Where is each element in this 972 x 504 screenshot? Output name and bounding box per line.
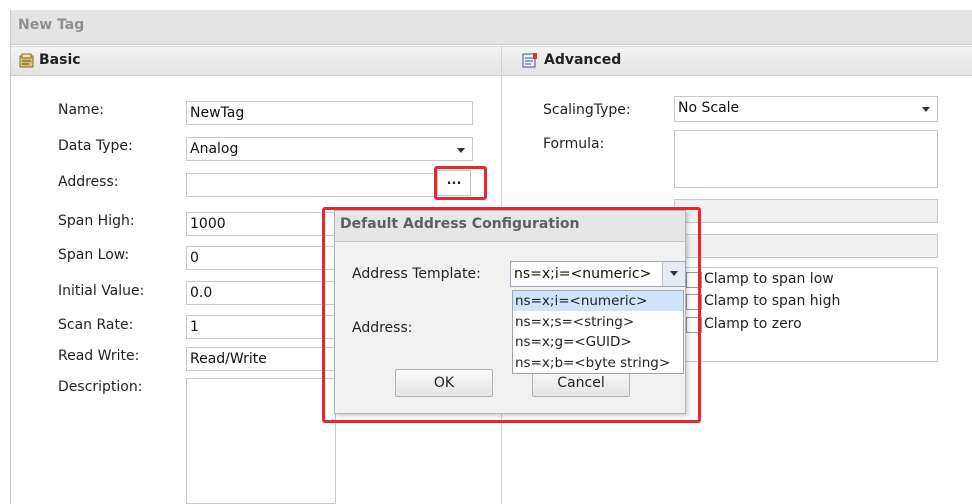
read-write-value: Read/Write [190, 351, 267, 367]
span-low-label: Span Low: [58, 247, 130, 263]
formula-textarea[interactable] [674, 130, 938, 188]
name-input[interactable]: NewTag [186, 101, 473, 125]
advanced-header-label: Advanced [544, 52, 622, 68]
basic-header-label: Basic [39, 52, 81, 68]
title-bar: New Tag [11, 10, 972, 45]
span-high-label: Span High: [58, 213, 135, 229]
scaling-type-select[interactable]: No Scale [674, 96, 938, 122]
advanced-disabled-field-2 [674, 234, 938, 258]
formula-label: Formula: [543, 136, 605, 152]
span-low-input[interactable]: 0 [186, 246, 336, 270]
data-type-label: Data Type: [58, 138, 133, 154]
chevron-down-icon [457, 148, 465, 153]
data-type-value: Analog [190, 141, 239, 157]
scan-rate-label: Scan Rate: [58, 317, 134, 333]
clamp-zero-label: Clamp to zero [704, 316, 802, 332]
data-type-select[interactable]: Analog [186, 137, 473, 161]
name-value: NewTag [190, 105, 245, 121]
read-write-select[interactable]: Read/Write [186, 347, 336, 371]
address-input[interactable] [186, 173, 436, 197]
basic-panel-header: Basic [11, 46, 501, 76]
description-textarea[interactable] [186, 378, 336, 504]
name-label: Name: [58, 102, 105, 118]
clamp-span-high-label: Clamp to span high [704, 293, 841, 309]
advanced-settings-icon [522, 53, 537, 68]
scan-rate-input[interactable]: 1 [186, 315, 336, 339]
scan-rate-value: 1 [190, 319, 199, 335]
initial-value-value: 0.0 [190, 285, 213, 301]
window-title: New Tag [18, 17, 85, 33]
dialog-highlight [322, 207, 701, 423]
read-write-label: Read Write: [58, 348, 140, 364]
scaling-type-value: No Scale [678, 100, 740, 116]
span-low-value: 0 [190, 250, 199, 266]
initial-value-label: Initial Value: [58, 283, 145, 299]
address-button-highlight [434, 166, 487, 200]
address-label: Address: [58, 174, 119, 190]
advanced-panel-header: Advanced [502, 46, 972, 76]
initial-value-input[interactable]: 0.0 [186, 281, 336, 305]
chevron-down-icon [922, 107, 930, 112]
clamp-span-low-label: Clamp to span low [704, 271, 834, 287]
span-high-value: 1000 [190, 216, 226, 232]
description-label: Description: [58, 379, 143, 395]
span-high-input[interactable]: 1000 [186, 212, 336, 236]
scaling-type-label: ScalingType: [543, 102, 631, 118]
advanced-disabled-field-1 [674, 199, 938, 223]
properties-icon [19, 53, 34, 68]
